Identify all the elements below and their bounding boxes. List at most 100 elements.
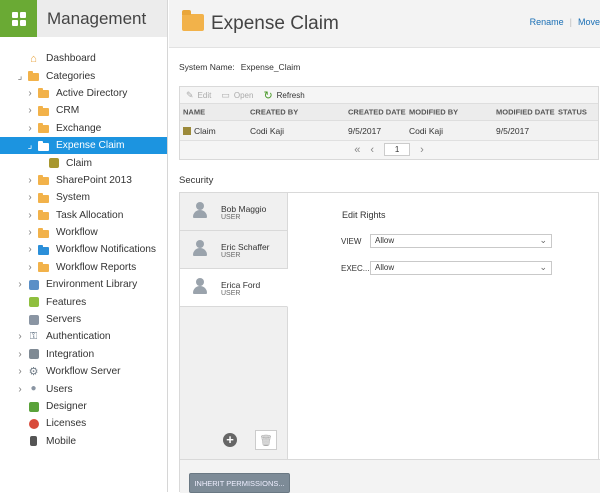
page-number-input[interactable]: 1 xyxy=(384,143,411,156)
expand-icon[interactable]: › xyxy=(26,227,34,238)
execute-right-value: Allow xyxy=(375,263,395,272)
user-item[interactable]: Erica Ford USER xyxy=(180,269,288,307)
sidebar-item-categories[interactable]: ⌟ Categories xyxy=(0,67,167,84)
column-header-name[interactable]: NAME xyxy=(183,108,205,117)
sidebar-item-label: Authentication xyxy=(46,331,111,343)
sidebar-item-users[interactable]: › ● Users xyxy=(0,380,167,397)
sidebar-item-workflow-reports[interactable]: › Workflow Reports xyxy=(0,259,167,276)
row-modified-by: Codi Kaji xyxy=(409,126,444,136)
sidebar-item-workflow[interactable]: › Workflow xyxy=(0,224,167,241)
app-logo-icon[interactable] xyxy=(0,0,37,37)
sidebar-item-dashboard[interactable]: ⌂ Dashboard xyxy=(0,50,167,67)
sidebar-item-active-directory[interactable]: › Active Directory xyxy=(0,85,167,102)
app-title: Management xyxy=(47,8,147,28)
sidebar-item-label: Workflow Notifications xyxy=(56,244,157,256)
folder-icon xyxy=(38,105,49,116)
sidebar-item-task-allocation[interactable]: › Task Allocation xyxy=(0,207,167,224)
expand-icon[interactable]: › xyxy=(26,175,34,186)
sidebar-item-label: Features xyxy=(46,296,87,308)
expand-icon[interactable]: › xyxy=(26,244,34,255)
sidebar-item-label: Active Directory xyxy=(56,87,128,99)
folder-blue-icon xyxy=(38,244,49,255)
sidebar-item-workflow-server[interactable]: › ⚙ Workflow Server xyxy=(0,363,167,380)
user-actions: + 🗑 xyxy=(180,423,288,459)
execute-right-label: EXEC... xyxy=(341,264,370,273)
collapse-icon[interactable]: ⌟ xyxy=(16,71,24,82)
sidebar-item-environment-library[interactable]: › Environment Library xyxy=(0,276,167,293)
refresh-button[interactable]: ↻ Refresh xyxy=(263,89,304,102)
column-header-created-date[interactable]: CREATED DATE xyxy=(348,108,406,117)
sidebar-item-label: Task Allocation xyxy=(56,209,124,221)
column-header-modified-date[interactable]: MODIFIED DATE xyxy=(496,108,555,117)
folder-icon xyxy=(28,71,39,82)
sidebar-item-authentication[interactable]: › ⚿ Authentication xyxy=(0,328,167,345)
column-header-created-by[interactable]: CREATED BY xyxy=(250,108,298,117)
user-role: USER xyxy=(221,252,241,259)
sidebar-item-integration[interactable]: › Integration xyxy=(0,346,167,363)
delete-user-button[interactable]: 🗑 xyxy=(255,430,277,450)
library-icon xyxy=(28,279,39,290)
previous-page-icon[interactable]: ‹ xyxy=(370,144,374,156)
open-button[interactable]: ▭ Open xyxy=(221,90,253,101)
next-page-icon[interactable]: › xyxy=(420,144,424,156)
user-item[interactable]: Eric Schaffer USER xyxy=(180,231,287,269)
expand-icon[interactable]: › xyxy=(26,105,34,116)
designer-icon xyxy=(28,401,39,412)
collapse-icon[interactable]: ⌟ xyxy=(26,140,34,151)
rights-panel: Edit Rights VIEW Allow ⌄ EXEC... Allow ⌄ xyxy=(288,193,598,459)
expand-icon[interactable]: › xyxy=(26,123,34,134)
expand-icon[interactable]: › xyxy=(26,210,34,221)
table-row[interactable]: Claim Codi Kaji 9/5/2017 Codi Kaji 9/5/2… xyxy=(180,121,598,141)
sidebar-item-designer[interactable]: Designer xyxy=(0,398,167,415)
sidebar-item-servers[interactable]: Servers xyxy=(0,311,167,328)
row-modified-date: 9/5/2017 xyxy=(496,126,530,136)
expand-icon[interactable]: › xyxy=(26,192,34,203)
inherit-permissions-button[interactable]: INHERIT PERMISSIONS... xyxy=(189,473,290,493)
sidebar-item-features[interactable]: Features xyxy=(0,293,167,310)
view-right-select[interactable]: Allow ⌄ xyxy=(370,234,552,248)
expand-icon[interactable]: › xyxy=(26,262,34,273)
sidebar-item-crm[interactable]: › CRM xyxy=(0,102,167,119)
user-list: Bob Maggio USER Eric Schaffer USER Erica… xyxy=(180,193,288,459)
first-page-icon[interactable]: « xyxy=(354,144,360,156)
sidebar-item-mobile[interactable]: Mobile xyxy=(0,433,167,450)
view-right-label: VIEW xyxy=(341,237,362,246)
expand-icon[interactable]: › xyxy=(16,349,24,360)
page-title: Expense Claim xyxy=(211,13,339,34)
execute-right-select[interactable]: Allow ⌄ xyxy=(370,261,552,275)
expand-icon[interactable]: › xyxy=(26,88,34,99)
move-link[interactable]: Move xyxy=(578,17,600,27)
expand-icon[interactable]: › xyxy=(16,366,24,377)
folder-icon xyxy=(38,140,49,151)
sidebar-item-expense-claim[interactable]: ⌟ Expense Claim xyxy=(0,136,167,155)
features-icon xyxy=(28,297,39,308)
user-icon: ● xyxy=(30,383,37,395)
sidebar-item-label: Workflow Reports xyxy=(56,261,137,273)
sidebar-item-label: Environment Library xyxy=(46,279,138,291)
page-header: Expense Claim Rename | Move xyxy=(169,0,600,48)
expand-icon[interactable]: › xyxy=(16,384,24,395)
user-avatar-icon xyxy=(193,240,207,257)
sidebar-item-label: Claim xyxy=(66,157,93,169)
user-item[interactable]: Bob Maggio USER xyxy=(180,193,287,231)
folder-icon xyxy=(38,123,49,134)
sidebar-item-label: Integration xyxy=(46,348,95,360)
expand-icon[interactable]: › xyxy=(16,279,24,290)
expand-icon[interactable]: › xyxy=(16,331,24,342)
sidebar-item-sharepoint-2013[interactable]: › SharePoint 2013 xyxy=(0,172,167,189)
add-user-button[interactable]: + xyxy=(223,433,237,447)
sidebar-item-exchange[interactable]: › Exchange xyxy=(0,120,167,137)
sidebar-item-claim[interactable]: Claim xyxy=(0,154,167,171)
pencil-icon: ✎ xyxy=(186,89,194,100)
sidebar-item-licenses[interactable]: Licenses xyxy=(0,415,167,432)
column-header-status[interactable]: STATUS xyxy=(558,108,587,117)
sidebar-item-workflow-notifications[interactable]: › Workflow Notifications xyxy=(0,241,167,258)
rename-link[interactable]: Rename xyxy=(530,17,564,27)
folder-icon xyxy=(38,175,49,186)
column-header-modified-by[interactable]: MODIFIED BY xyxy=(409,108,458,117)
main-panel: Expense Claim Rename | Move System Name:… xyxy=(169,0,600,493)
edit-button[interactable]: ✎ Edit xyxy=(186,90,211,101)
puzzle-icon xyxy=(28,349,39,360)
sidebar-item-system[interactable]: › System xyxy=(0,189,167,206)
sidebar-header: Management xyxy=(0,0,167,37)
